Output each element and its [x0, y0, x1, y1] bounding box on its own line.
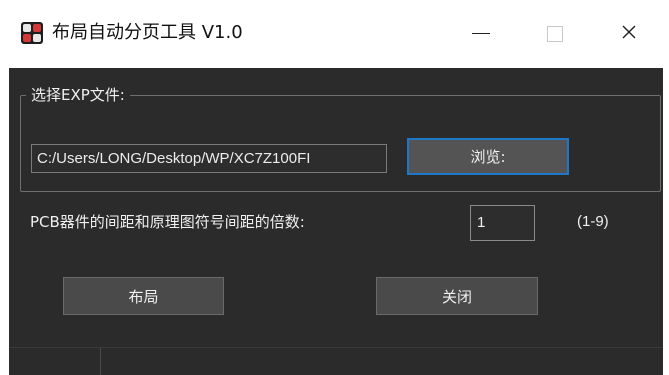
maximize-button[interactable] — [526, 10, 582, 56]
exp-file-path-input[interactable]: C:/Users/LONG/Desktop/WP/XC7Z100FI — [31, 144, 387, 173]
exp-file-group-label: 选择EXP文件: — [26, 85, 130, 105]
multiplier-range-label: (1-9) — [577, 213, 609, 230]
layout-button[interactable]: 布局 — [63, 277, 224, 315]
close-button[interactable]: 关闭 — [376, 277, 538, 315]
spacing-multiplier-input[interactable]: 1 — [470, 205, 535, 241]
app-logo-icon — [21, 22, 43, 44]
window-title: 布局自动分页工具 V1.0 — [52, 22, 243, 43]
dialog-client-area: 选择EXP文件: C:/Users/LONG/Desktop/WP/XC7Z10… — [9, 68, 663, 375]
status-pane — [9, 348, 101, 375]
close-icon — [622, 25, 636, 39]
browse-button[interactable]: 浏览: — [407, 138, 569, 175]
spacing-multiplier-label: PCB器件的间距和原理图符号间距的倍数: — [30, 213, 305, 231]
minimize-button[interactable] — [452, 10, 508, 56]
status-pane — [101, 348, 661, 375]
status-bar — [9, 347, 663, 375]
close-window-button[interactable] — [600, 10, 656, 56]
title-bar[interactable]: 布局自动分页工具 V1.0 — [0, 0, 669, 68]
